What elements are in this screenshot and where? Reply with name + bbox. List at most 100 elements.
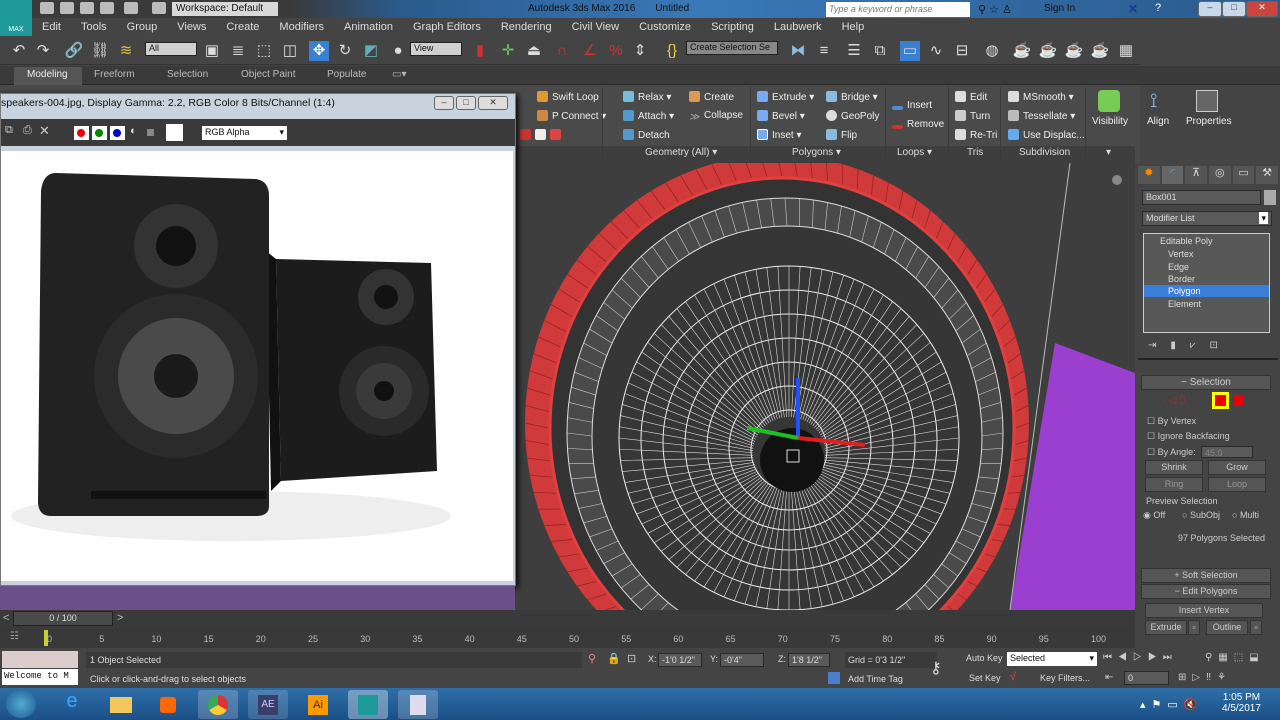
time-tag-icon[interactable]	[828, 672, 840, 684]
taskbar-notepad[interactable]	[398, 690, 438, 719]
edit-tools-icons[interactable]	[520, 129, 565, 141]
insert-loop-button[interactable]: Insert	[892, 100, 932, 111]
menu-modifiers[interactable]: Modifiers	[269, 18, 334, 37]
object-color-swatch[interactable]	[1264, 190, 1276, 205]
relax-button[interactable]: Relax ▾	[623, 91, 671, 103]
redo-icon[interactable]: ↷	[33, 41, 53, 61]
display-tab-icon[interactable]: ▭	[1232, 166, 1255, 184]
outline-settings-icon[interactable]: ▫	[1250, 620, 1262, 635]
ribbon-options-icon[interactable]: ▭▾	[392, 69, 406, 80]
bevel-button[interactable]: Bevel ▾	[757, 110, 805, 122]
loops-group-label[interactable]: Loops ▾	[897, 147, 932, 158]
stack-element[interactable]: Element	[1168, 299, 1201, 309]
alpha-icon[interactable]	[147, 129, 154, 136]
modify-tab-icon[interactable]: ◜	[1161, 166, 1184, 184]
tab-object-paint[interactable]: Object Paint	[241, 69, 295, 80]
stack-border[interactable]: Border	[1168, 274, 1195, 284]
msmooth-button[interactable]: MSmooth ▾	[1008, 91, 1074, 103]
save-icon[interactable]	[80, 2, 94, 14]
prev-frame-icon[interactable]: <	[3, 612, 9, 624]
utilities-tab-icon[interactable]: ⚒	[1256, 166, 1279, 184]
stack-polygon[interactable]: Polygon	[1168, 286, 1201, 296]
key-mode-toggle-icon[interactable]: ⇤	[1105, 672, 1113, 683]
extrude-button[interactable]: Extrude ▾	[757, 91, 814, 103]
hierarchy-tab-icon[interactable]: ⊼	[1185, 166, 1208, 184]
swatch-color[interactable]	[166, 124, 183, 141]
subdivision-group-label[interactable]: Subdivision	[1019, 147, 1070, 158]
menu-animation[interactable]: Animation	[334, 18, 403, 37]
percent-snap-icon[interactable]: %	[606, 41, 626, 61]
sign-in-button[interactable]: Sign In	[1044, 3, 1075, 14]
align-icon[interactable]: ≡	[814, 41, 834, 61]
swift-loop-button[interactable]: Swift Loop	[537, 91, 599, 103]
polygon-mode-icon[interactable]	[1212, 392, 1229, 409]
search-input[interactable]: Type a keyword or phrase	[826, 2, 970, 17]
geometry-group-label[interactable]: Geometry (All) ▾	[645, 147, 717, 158]
menu-laubwerk[interactable]: Laubwerk	[764, 18, 832, 37]
extrude-settings-icon[interactable]: ▫	[1188, 620, 1200, 635]
render-setup-icon[interactable]: ☕	[1012, 41, 1032, 61]
key-mode-dropdown[interactable]: Selected ▾	[1007, 652, 1097, 666]
loop-button[interactable]: Loop	[1208, 477, 1266, 492]
menu-civil-view[interactable]: Civil View	[562, 18, 629, 37]
motion-tab-icon[interactable]: ◎	[1209, 166, 1231, 184]
menu-views[interactable]: Views	[167, 18, 216, 37]
window-crossing-icon[interactable]: ◫	[280, 41, 300, 61]
current-frame-field[interactable]: 0	[1124, 671, 1169, 685]
maxscript-mini-listener[interactable]	[2, 651, 78, 668]
remove-loop-button[interactable]: Remove	[892, 119, 944, 130]
selection-lock-icon[interactable]: 🔒	[607, 652, 621, 665]
copy-image-icon[interactable]: ⧉	[5, 124, 13, 137]
geopoly-button[interactable]: GeoPoly	[826, 110, 879, 122]
viewport-navigation-icons[interactable]: ⚲▦⬚⬓	[1205, 652, 1265, 663]
x-coordinate-field[interactable]: -1'0 1/2"	[658, 653, 702, 667]
taskbar-internet-explorer[interactable]: e	[52, 690, 92, 719]
by-angle-checkbox[interactable]: ☐ By Angle:	[1147, 447, 1196, 458]
keyboard-shortcut-icon[interactable]: ⏏	[524, 41, 544, 61]
maximize-button[interactable]: □	[1222, 1, 1246, 17]
ring-button[interactable]: Ring	[1145, 477, 1203, 492]
blue-channel-toggle[interactable]	[110, 126, 125, 140]
layer-explorer-icon[interactable]: ⧉	[870, 41, 890, 61]
rectangular-selection-icon[interactable]: ⬚	[254, 41, 274, 61]
stack-editable-poly[interactable]: Editable Poly	[1160, 236, 1213, 246]
re-tri-button[interactable]: Re-Tri	[955, 129, 997, 141]
menu-group[interactable]: Group	[117, 18, 168, 37]
selection-filter-dropdown[interactable]: All	[145, 42, 197, 56]
flip-button[interactable]: Flip	[826, 129, 857, 141]
subobject-icons[interactable]: ⁖ ◁ ⬯	[1160, 395, 1185, 406]
default-tangent-icon[interactable]: √	[1010, 671, 1016, 683]
named-selection-dropdown[interactable]: Create Selection Se	[686, 41, 778, 55]
stack-edge[interactable]: Edge	[1168, 262, 1189, 272]
create-tab-icon[interactable]: ✹	[1138, 166, 1160, 184]
workspace-dropdown[interactable]: Workspace: Default	[172, 2, 278, 16]
isolate-icon[interactable]: ⚲	[588, 652, 596, 665]
element-mode-icon[interactable]	[1234, 395, 1244, 405]
taskbar-file-explorer[interactable]	[100, 690, 140, 719]
set-keys-key-icon[interactable]: ⚷	[930, 658, 942, 678]
app-logo-button[interactable]: MAX	[0, 0, 32, 36]
grow-button[interactable]: Grow	[1208, 460, 1266, 475]
track-bar[interactable]: ☷ 0 5 10 15 20 25 30 35 40 45 50 55 60 65 70 75 80 85 90 95…	[0, 628, 1135, 648]
menu-help[interactable]: Help	[832, 18, 875, 37]
edit-polygons-rollout[interactable]: − Edit Polygons	[1141, 584, 1271, 599]
key-filters-button[interactable]: Key Filters...	[1030, 671, 1100, 686]
stack-tool-icons[interactable]: ⇥▮⩗⊡	[1148, 340, 1232, 351]
perspective-viewport[interactable]	[515, 163, 1135, 610]
ribbon-expand-icon[interactable]: ▾	[1106, 147, 1111, 158]
menu-customize[interactable]: Customize	[629, 18, 701, 37]
viewcube-icon[interactable]	[1112, 175, 1122, 185]
menu-create[interactable]: Create	[216, 18, 269, 37]
print-icon[interactable]: ⎙	[23, 124, 32, 137]
spinner-snap-icon[interactable]: ⇕	[630, 41, 650, 61]
snaps-toggle-icon[interactable]: ∩	[552, 41, 572, 61]
undo-icon[interactable]: ↶	[9, 41, 29, 61]
preview-off-radio[interactable]: ◉ Off	[1143, 510, 1165, 521]
material-editor-icon[interactable]: ◍	[982, 41, 1002, 61]
rotate-icon[interactable]: ↻	[335, 41, 355, 61]
menu-rendering[interactable]: Rendering	[491, 18, 562, 37]
preview-subobj-radio[interactable]: ○ SubObj	[1182, 510, 1220, 520]
edit-tri-button[interactable]: Edit	[955, 91, 987, 103]
select-move-icon[interactable]: ✥	[309, 41, 329, 61]
tab-modeling[interactable]: Modeling	[27, 69, 68, 80]
